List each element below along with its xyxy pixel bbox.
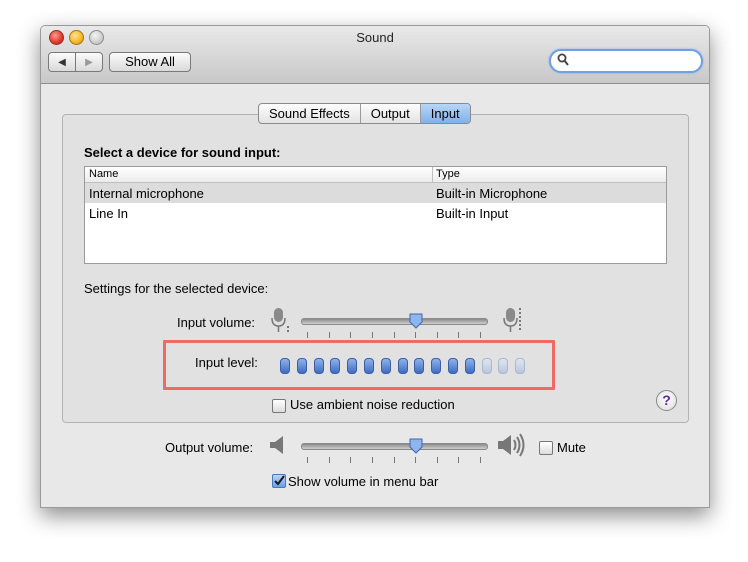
slider-thumb[interactable]	[409, 313, 423, 329]
level-segment	[431, 358, 442, 374]
slider-tick	[480, 457, 481, 463]
slider-tick	[437, 457, 438, 463]
slider-ticks	[301, 457, 486, 463]
level-segment	[296, 358, 307, 374]
table-row[interactable]: Line In Built-in Input	[85, 203, 666, 223]
slider-tick	[329, 332, 330, 338]
speaker-high-icon	[498, 433, 525, 457]
search-icon	[557, 53, 569, 66]
search-input[interactable]	[549, 49, 703, 73]
tab-output[interactable]: Output	[359, 104, 420, 123]
level-segment	[448, 358, 458, 374]
help-button[interactable]: ?	[656, 390, 677, 411]
level-segment	[414, 358, 425, 374]
ambient-noise-checkbox[interactable]	[272, 399, 286, 413]
slider-tick	[350, 457, 351, 463]
back-forward-group: ◀ ▶	[48, 52, 103, 72]
slider-ticks	[301, 332, 486, 338]
level-segment	[347, 358, 358, 374]
slider-tick	[480, 332, 481, 338]
slider-tick	[458, 457, 459, 463]
window-title: Sound	[356, 30, 394, 45]
slider-tick	[329, 457, 330, 463]
level-segment	[364, 358, 374, 374]
slider-tick	[372, 332, 373, 338]
mute-checkbox[interactable]	[539, 441, 553, 455]
back-button[interactable]: ◀	[49, 53, 75, 71]
level-segment	[380, 358, 391, 374]
level-segment	[330, 358, 341, 374]
slider-tick	[350, 332, 351, 338]
input-level-highlight: Input level:	[163, 340, 555, 390]
level-segment	[515, 358, 526, 374]
column-divider	[432, 167, 433, 182]
level-segment	[498, 358, 509, 374]
slider-tick	[458, 332, 459, 338]
show-all-button[interactable]: Show All	[109, 52, 191, 72]
checkmark-icon	[274, 475, 285, 486]
show-volume-label[interactable]: Show volume in menu bar	[288, 474, 438, 489]
slider-tick	[307, 332, 308, 338]
microphone-low-icon	[271, 308, 289, 332]
input-level-label: Input level:	[195, 355, 258, 370]
level-segment	[397, 358, 408, 374]
table-row[interactable]: Internal microphone Built-in Microphone	[85, 183, 666, 203]
slider-tick	[394, 332, 395, 338]
sound-preferences-window: Sound ◀ ▶ Show All Sound Effects Output …	[40, 25, 710, 508]
input-volume-label: Input volume:	[177, 315, 256, 330]
output-volume-slider[interactable]	[301, 438, 488, 464]
column-header-type[interactable]: Type	[436, 168, 460, 180]
device-table: Name Type Internal microphone Built-in M…	[84, 166, 667, 264]
level-segment	[280, 358, 290, 374]
level-segment	[464, 358, 475, 374]
device-list-heading: Select a device for sound input:	[84, 145, 281, 160]
device-type: Built-in Microphone	[436, 186, 548, 201]
level-segment	[313, 358, 324, 374]
input-volume-slider[interactable]	[301, 313, 488, 339]
mute-label[interactable]: Mute	[557, 440, 586, 455]
input-panel: Select a device for sound input: Name Ty…	[62, 114, 689, 423]
slider-tick	[415, 457, 416, 463]
slider-tick	[415, 332, 416, 338]
slider-thumb[interactable]	[409, 438, 423, 454]
microphone-high-icon	[503, 308, 521, 332]
slider-tick	[372, 457, 373, 463]
tab-sound-effects[interactable]: Sound Effects	[259, 104, 360, 123]
forward-button[interactable]: ▶	[75, 53, 102, 71]
level-segment	[481, 358, 492, 374]
table-header: Name Type	[85, 167, 666, 183]
slider-track	[301, 443, 488, 450]
settings-label: Settings for the selected device:	[84, 281, 269, 296]
device-name: Line In	[89, 206, 129, 221]
title-bar: Sound ◀ ▶ Show All	[41, 26, 709, 84]
tab-input[interactable]: Input	[419, 104, 470, 123]
slider-track	[301, 318, 488, 325]
device-type: Built-in Input	[436, 206, 509, 221]
ambient-noise-label[interactable]: Use ambient noise reduction	[290, 397, 455, 412]
show-volume-checkbox[interactable]	[272, 474, 286, 488]
speaker-low-icon	[270, 436, 283, 454]
slider-tick	[437, 332, 438, 338]
tab-bar: Sound Effects Output Input	[258, 103, 471, 124]
slider-tick	[394, 457, 395, 463]
output-volume-label: Output volume:	[165, 440, 254, 455]
slider-tick	[307, 457, 308, 463]
column-header-name[interactable]: Name	[89, 168, 118, 180]
device-name: Internal microphone	[89, 186, 204, 201]
